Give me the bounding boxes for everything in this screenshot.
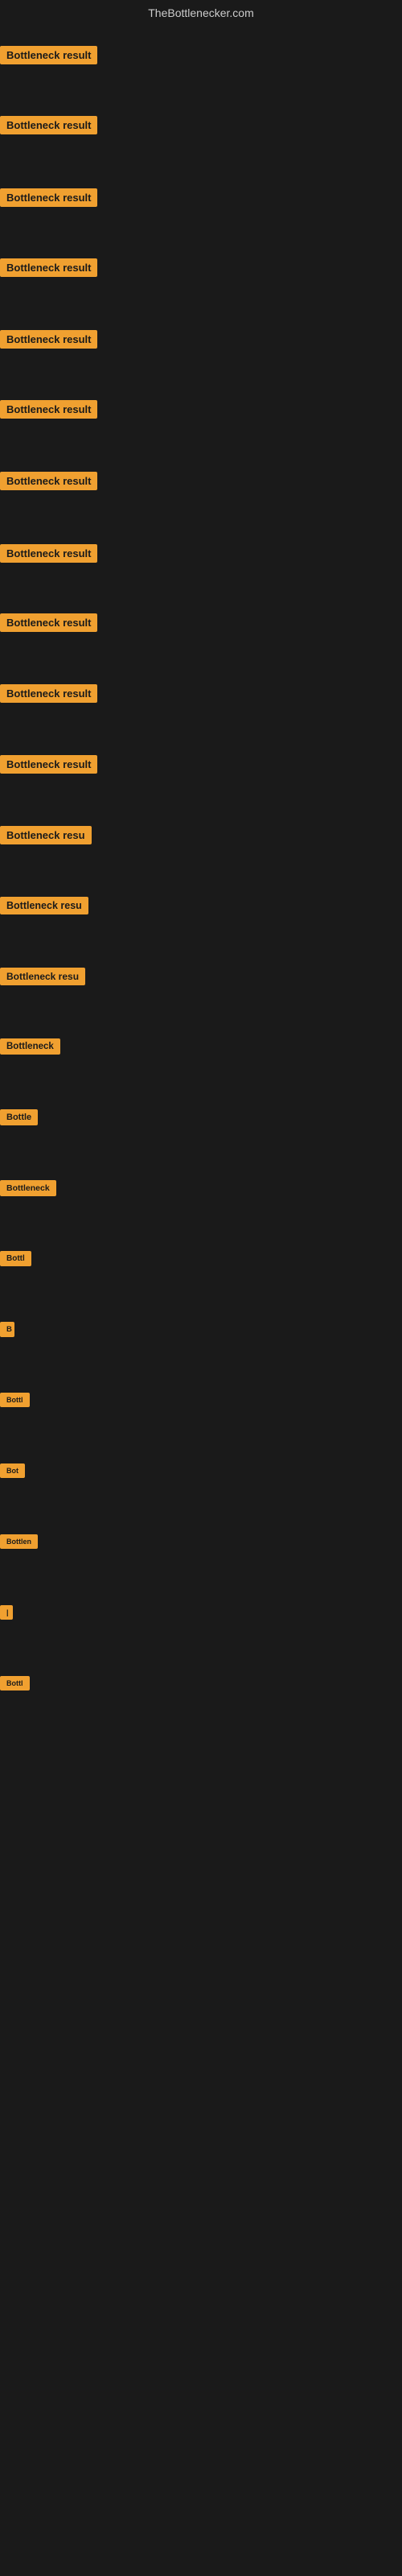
bottleneck-label-17: Bottleneck: [0, 1180, 56, 1196]
bottleneck-label-15: Bottleneck: [0, 1038, 60, 1055]
bottleneck-label-24: Bottl: [0, 1676, 30, 1690]
bottleneck-label-12: Bottleneck resu: [0, 826, 92, 844]
bottleneck-row-10: Bottleneck result: [0, 684, 97, 707]
bottleneck-label-21: Bot: [0, 1463, 25, 1478]
bottleneck-row-22: Bottlen: [0, 1534, 38, 1553]
bottleneck-label-19: B: [0, 1322, 14, 1337]
bottleneck-row-8: Bottleneck result: [0, 544, 97, 567]
bottleneck-label-6: Bottleneck result: [0, 400, 97, 419]
bottleneck-row-9: Bottleneck result: [0, 613, 97, 636]
bottleneck-row-21: Bot: [0, 1463, 25, 1482]
bottleneck-label-1: Bottleneck result: [0, 46, 97, 64]
bottleneck-label-2: Bottleneck result: [0, 116, 97, 134]
bottleneck-row-18: Bottl: [0, 1251, 31, 1270]
bottleneck-row-20: Bottl: [0, 1393, 30, 1411]
bottleneck-row-2: Bottleneck result: [0, 116, 97, 138]
bottleneck-label-10: Bottleneck result: [0, 684, 97, 703]
bottleneck-row-23: |: [0, 1605, 13, 1624]
bottleneck-row-12: Bottleneck resu: [0, 826, 92, 848]
bottleneck-row-14: Bottleneck resu: [0, 968, 85, 989]
bottleneck-label-8: Bottleneck result: [0, 544, 97, 563]
bottleneck-row-7: Bottleneck result: [0, 472, 97, 494]
bottleneck-row-16: Bottle: [0, 1109, 38, 1129]
bottleneck-label-13: Bottleneck resu: [0, 897, 88, 914]
bottleneck-row-15: Bottleneck: [0, 1038, 60, 1059]
site-title: TheBottlenecker.com: [0, 0, 402, 26]
bottleneck-label-22: Bottlen: [0, 1534, 38, 1549]
bottleneck-label-9: Bottleneck result: [0, 613, 97, 632]
bottleneck-row-11: Bottleneck result: [0, 755, 97, 778]
bottleneck-row-17: Bottleneck: [0, 1180, 56, 1200]
bottleneck-label-16: Bottle: [0, 1109, 38, 1125]
bottleneck-label-20: Bottl: [0, 1393, 30, 1407]
bottleneck-row-5: Bottleneck result: [0, 330, 97, 353]
bottleneck-label-4: Bottleneck result: [0, 258, 97, 277]
bottleneck-label-14: Bottleneck resu: [0, 968, 85, 985]
bottleneck-row-4: Bottleneck result: [0, 258, 97, 281]
bottleneck-row-13: Bottleneck resu: [0, 897, 88, 919]
bottleneck-label-18: Bottl: [0, 1251, 31, 1266]
bottleneck-row-19: B: [0, 1322, 14, 1341]
bottleneck-row-3: Bottleneck result: [0, 188, 97, 211]
bottleneck-label-23: |: [0, 1605, 13, 1620]
bottleneck-label-7: Bottleneck result: [0, 472, 97, 490]
bottleneck-row-24: Bottl: [0, 1676, 30, 1695]
bottleneck-label-11: Bottleneck result: [0, 755, 97, 774]
bottleneck-label-3: Bottleneck result: [0, 188, 97, 207]
bottleneck-row-6: Bottleneck result: [0, 400, 97, 423]
bottleneck-row-1: Bottleneck result: [0, 46, 97, 68]
bottleneck-label-5: Bottleneck result: [0, 330, 97, 349]
